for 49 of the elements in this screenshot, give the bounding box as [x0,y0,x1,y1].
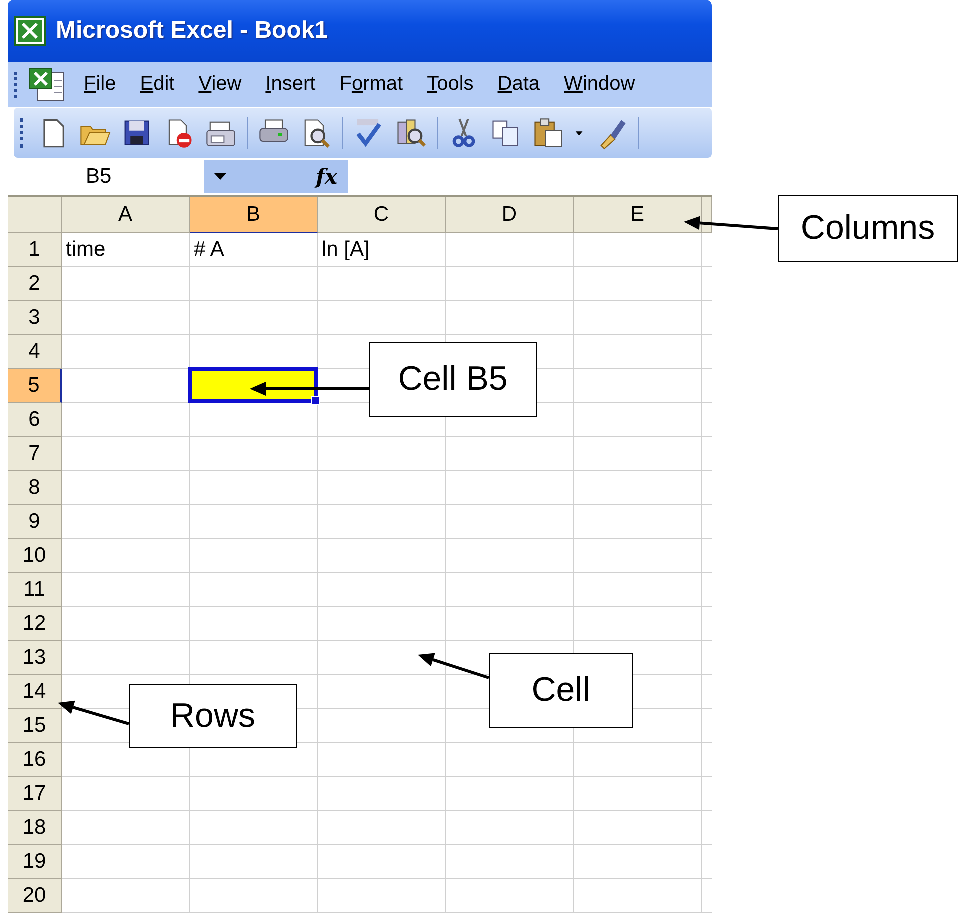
callout-label: Columns [778,195,958,262]
row-header[interactable]: 11 [8,573,62,607]
spreadsheet-icon [14,16,46,46]
row-header[interactable]: 1 [8,233,62,267]
callout-arrow [58,700,130,726]
row-header[interactable]: 16 [8,743,62,777]
menu-item[interactable]: Insert [254,69,328,100]
row-header[interactable]: 5 [8,369,62,403]
callout-label: Cell B5 [369,342,537,417]
row-header[interactable]: 17 [8,777,62,811]
table-cell-text: ln [A] [321,237,371,263]
menu-item[interactable]: File [72,69,128,100]
table-cell-text: time [65,237,107,263]
row-header[interactable]: 10 [8,539,62,573]
row-header[interactable]: 18 [8,811,62,845]
column-header[interactable]: C [318,197,446,233]
column-header[interactable]: D [446,197,574,233]
insert-function-button[interactable]: fx [316,164,338,189]
menu-item[interactable]: Tools [415,69,486,100]
menu-item[interactable]: Data [486,69,552,100]
column-header[interactable]: E [574,197,702,233]
menu-item[interactable]: View [186,69,254,100]
callout-label: Rows [129,684,297,748]
callout-label: Cell [489,653,633,728]
row-header[interactable]: 12 [8,607,62,641]
active-cell[interactable] [188,367,318,403]
row-header[interactable]: 20 [8,879,62,913]
callout-arrow [418,653,490,680]
row-header[interactable]: 7 [8,437,62,471]
row-header[interactable]: 4 [8,335,62,369]
row-header[interactable]: 19 [8,845,62,879]
column-header[interactable]: B [190,197,318,233]
column-header[interactable] [702,197,712,233]
table-cell-text: # A [193,237,226,263]
row-header[interactable]: 3 [8,301,62,335]
row-header[interactable]: 13 [8,641,62,675]
column-header[interactable]: A [62,197,190,233]
window-title: Microsoft Excel - Book1 [56,17,328,45]
menu-item[interactable]: Window [552,69,648,100]
menu-item[interactable]: Format [328,69,416,100]
row-header[interactable]: 2 [8,267,62,301]
row-header[interactable]: 8 [8,471,62,505]
row-header[interactable]: 6 [8,403,62,437]
row-header[interactable]: 15 [8,709,62,743]
name-box[interactable]: B5 [8,160,204,193]
row-header[interactable]: 14 [8,675,62,709]
menu-item[interactable]: Edit [128,69,187,100]
formula-field[interactable] [348,160,712,193]
row-header[interactable]: 9 [8,505,62,539]
